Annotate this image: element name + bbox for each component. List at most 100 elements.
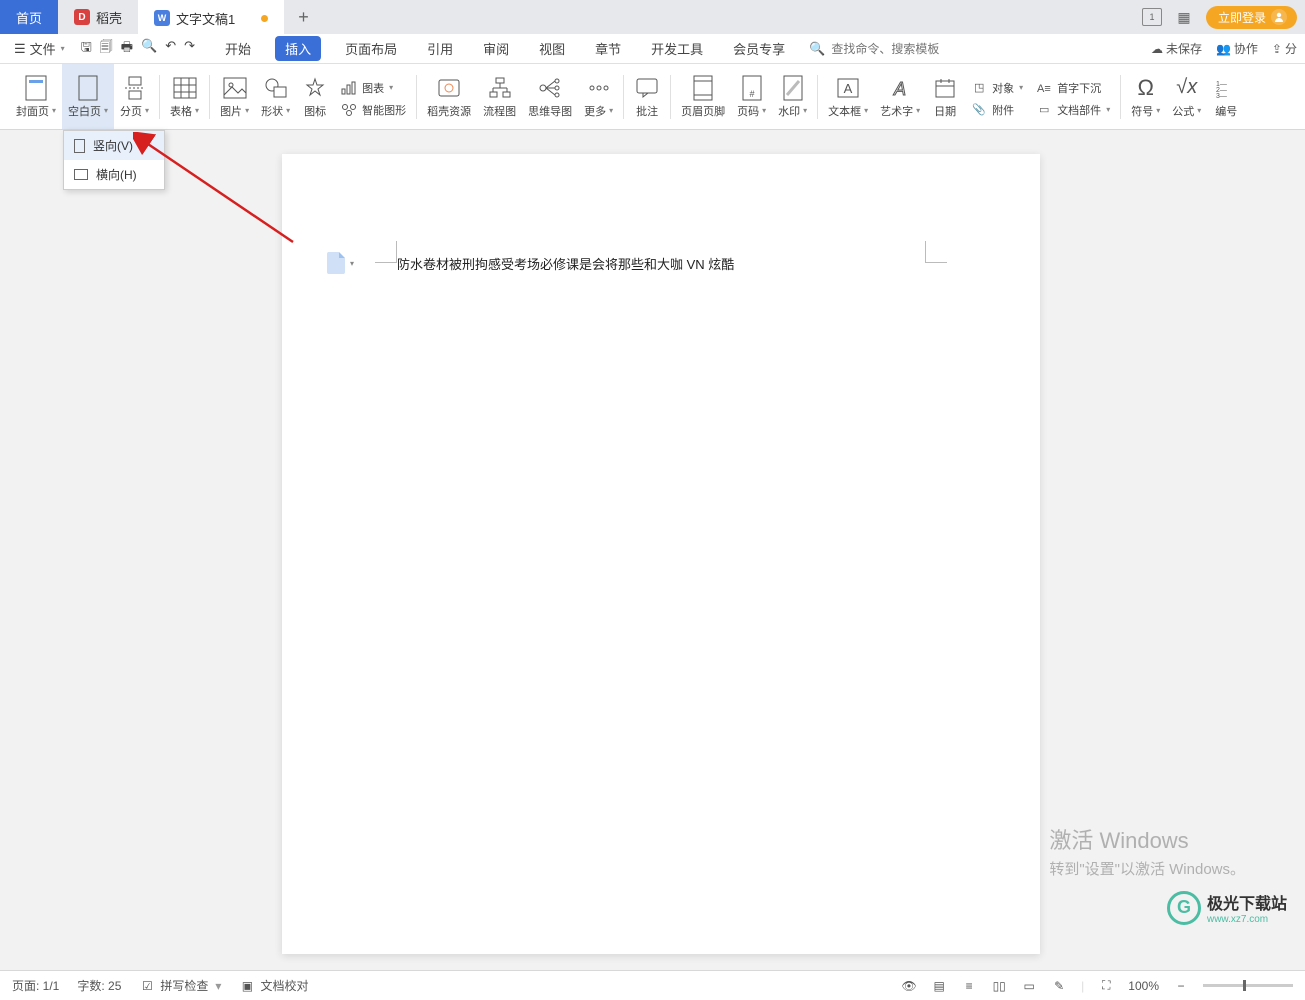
command-search[interactable]: 🔍 bbox=[809, 41, 961, 57]
search-input[interactable] bbox=[831, 42, 961, 56]
tab-document[interactable]: W 文字文稿1 bbox=[138, 0, 284, 34]
print-icon[interactable]: 🖶 bbox=[121, 38, 133, 60]
share-button[interactable]: ⇪分 bbox=[1272, 40, 1297, 57]
smart-graphic-button[interactable]: 智能图形 bbox=[340, 101, 406, 119]
doc-proof[interactable]: ▣文档校对 bbox=[239, 977, 308, 994]
document-page[interactable]: 防水卷材被刑拘感受考场必修课是会将那些和大咖 VN 炫酷 bbox=[282, 154, 1040, 954]
document-area: 防水卷材被刑拘感受考场必修课是会将那些和大咖 VN 炫酷 ▾ 激活 Window… bbox=[0, 130, 1305, 970]
print-layout-icon[interactable]: ▭ bbox=[1021, 978, 1037, 994]
svg-text:#: # bbox=[749, 89, 754, 99]
chevron-down-icon: ▾ bbox=[61, 44, 65, 53]
page-break-button[interactable]: 分页▾ bbox=[114, 64, 155, 129]
page-number-button[interactable]: #页码▾ bbox=[731, 64, 772, 129]
tab-references[interactable]: 引用 bbox=[421, 36, 459, 61]
picture-button[interactable]: 图片▾ bbox=[214, 64, 255, 129]
wordart-button[interactable]: A艺术字▾ bbox=[874, 64, 926, 129]
svg-text:A≡: A≡ bbox=[1037, 83, 1051, 94]
people-icon: 👥 bbox=[1216, 42, 1231, 56]
cloud-icon: ☁ bbox=[1151, 42, 1163, 56]
tab-page-layout[interactable]: 页面布局 bbox=[339, 36, 403, 61]
app-grid-icon[interactable]: ▦ bbox=[1174, 8, 1194, 26]
list-icon[interactable]: ≡ bbox=[961, 978, 977, 994]
proof-icon: ▣ bbox=[239, 978, 255, 994]
tab-review[interactable]: 审阅 bbox=[477, 36, 515, 61]
title-tab-bar: 首页 D 稻壳 W 文字文稿1 + 1 ▦ 立即登录 bbox=[0, 0, 1305, 34]
table-button[interactable]: 表格▾ bbox=[164, 64, 205, 129]
margin-corner-tl bbox=[375, 241, 397, 263]
docer-resource-button[interactable]: 稻壳资源 bbox=[421, 64, 477, 129]
tab-start[interactable]: 开始 bbox=[219, 36, 257, 61]
zoom-value[interactable]: 100% bbox=[1128, 979, 1159, 993]
doc-icon: W bbox=[154, 10, 170, 26]
page-indicator[interactable]: ▾ bbox=[327, 252, 354, 274]
ribbon: 封面页▾ 空白页▾ 分页▾ 表格▾ 图片▾ 形状▾ 图标 图表▾ 智能图形 稻壳… bbox=[0, 64, 1305, 130]
tab-member[interactable]: 会员专享 bbox=[727, 36, 791, 61]
eye-icon[interactable]: 👁 bbox=[901, 978, 917, 994]
read-mode-icon[interactable]: ▯▯ bbox=[991, 978, 1007, 994]
window-layout-icon[interactable]: 1 bbox=[1142, 8, 1162, 26]
tab-insert[interactable]: 插入 bbox=[275, 36, 321, 61]
tab-sections[interactable]: 章节 bbox=[589, 36, 627, 61]
save-as-icon[interactable]: 🗐 bbox=[100, 38, 113, 60]
save-icon[interactable]: 🖫 bbox=[81, 38, 92, 60]
page-count[interactable]: 页面: 1/1 bbox=[12, 977, 59, 994]
word-count[interactable]: 字数: 25 bbox=[77, 977, 121, 994]
svg-text:A: A bbox=[893, 79, 906, 99]
shapes-button[interactable]: 形状▾ bbox=[255, 64, 296, 129]
web-layout-icon[interactable]: ✎ bbox=[1051, 978, 1067, 994]
outline-icon[interactable]: ▤ bbox=[931, 978, 947, 994]
icons-button[interactable]: 图标 bbox=[296, 64, 334, 129]
numbering-button[interactable]: 1—2—3—编号 bbox=[1207, 64, 1245, 129]
menu-bar: ☰ 文件 ▾ 🖫 🗐 🖶 🔍 ↶ ↷ 开始 插入 页面布局 引用 审阅 视图 章… bbox=[0, 34, 1305, 64]
landscape-icon bbox=[74, 169, 88, 180]
doc-parts-button[interactable]: ▭文档部件▾ bbox=[1035, 101, 1110, 119]
tab-view[interactable]: 视图 bbox=[533, 36, 571, 61]
object-button[interactable]: ◳对象▾ bbox=[970, 79, 1023, 97]
svg-text:3—: 3— bbox=[1216, 93, 1227, 98]
redo-icon[interactable]: ↷ bbox=[184, 38, 195, 60]
margin-corner-tr bbox=[925, 241, 947, 263]
file-label: 文件 bbox=[30, 39, 56, 58]
symbol-button[interactable]: Ω符号▾ bbox=[1125, 64, 1166, 129]
undo-icon[interactable]: ↶ bbox=[165, 38, 176, 60]
attachment-button[interactable]: 📎附件 bbox=[970, 101, 1014, 119]
login-label: 立即登录 bbox=[1218, 9, 1266, 26]
quick-access: 🖫 🗐 🖶 🔍 ↶ ↷ bbox=[81, 38, 195, 60]
site-logo: G 极光下载站 www.xz7.com bbox=[1167, 890, 1287, 925]
share-icon: ⇪ bbox=[1272, 42, 1282, 56]
header-footer-button[interactable]: 页眉页脚 bbox=[675, 64, 731, 129]
comment-button[interactable]: 批注 bbox=[628, 64, 666, 129]
textbox-button[interactable]: A文本框▾ bbox=[822, 64, 874, 129]
avatar-icon bbox=[1271, 9, 1287, 25]
search-icon: 🔍 bbox=[809, 41, 825, 57]
unsaved-status[interactable]: ☁未保存 bbox=[1151, 40, 1202, 57]
mindmap-button[interactable]: 思维导图 bbox=[522, 64, 578, 129]
annotation-arrow bbox=[133, 132, 303, 252]
chart-button[interactable]: 图表▾ bbox=[340, 79, 393, 97]
tab-dev-tools[interactable]: 开发工具 bbox=[645, 36, 709, 61]
login-button[interactable]: 立即登录 bbox=[1206, 6, 1297, 29]
tab-docer-label: 稻壳 bbox=[96, 8, 122, 27]
cover-page-button[interactable]: 封面页▾ bbox=[10, 64, 62, 129]
file-menu[interactable]: ☰ 文件 ▾ bbox=[8, 37, 71, 60]
tab-docer[interactable]: D 稻壳 bbox=[58, 0, 138, 34]
dropcap-button[interactable]: A≡首字下沉 bbox=[1035, 79, 1101, 97]
zoom-slider[interactable] bbox=[1203, 984, 1293, 987]
blank-page-button[interactable]: 空白页▾ bbox=[62, 64, 114, 129]
tab-home[interactable]: 首页 bbox=[0, 0, 58, 34]
zoom-out-icon[interactable]: − bbox=[1173, 978, 1189, 994]
spellcheck-toggle[interactable]: ☑拼写检查▾ bbox=[139, 977, 221, 994]
hamburger-icon: ☰ bbox=[14, 41, 26, 57]
equation-button[interactable]: √x公式▾ bbox=[1166, 64, 1207, 129]
print-preview-icon[interactable]: 🔍 bbox=[141, 38, 157, 60]
fit-icon[interactable]: ⛶ bbox=[1098, 978, 1114, 994]
watermark-button[interactable]: 水印▾ bbox=[772, 64, 813, 129]
tab-new[interactable]: + bbox=[284, 0, 323, 34]
flowchart-button[interactable]: 流程图 bbox=[477, 64, 522, 129]
more-button[interactable]: 更多▾ bbox=[578, 64, 619, 129]
chevron-down-icon: ▾ bbox=[350, 259, 354, 268]
date-button[interactable]: 日期 bbox=[926, 64, 964, 129]
portrait-icon bbox=[74, 139, 85, 153]
document-text[interactable]: 防水卷材被刑拘感受考场必修课是会将那些和大咖 VN 炫酷 bbox=[397, 254, 734, 273]
collab-button[interactable]: 👥协作 bbox=[1216, 40, 1258, 57]
